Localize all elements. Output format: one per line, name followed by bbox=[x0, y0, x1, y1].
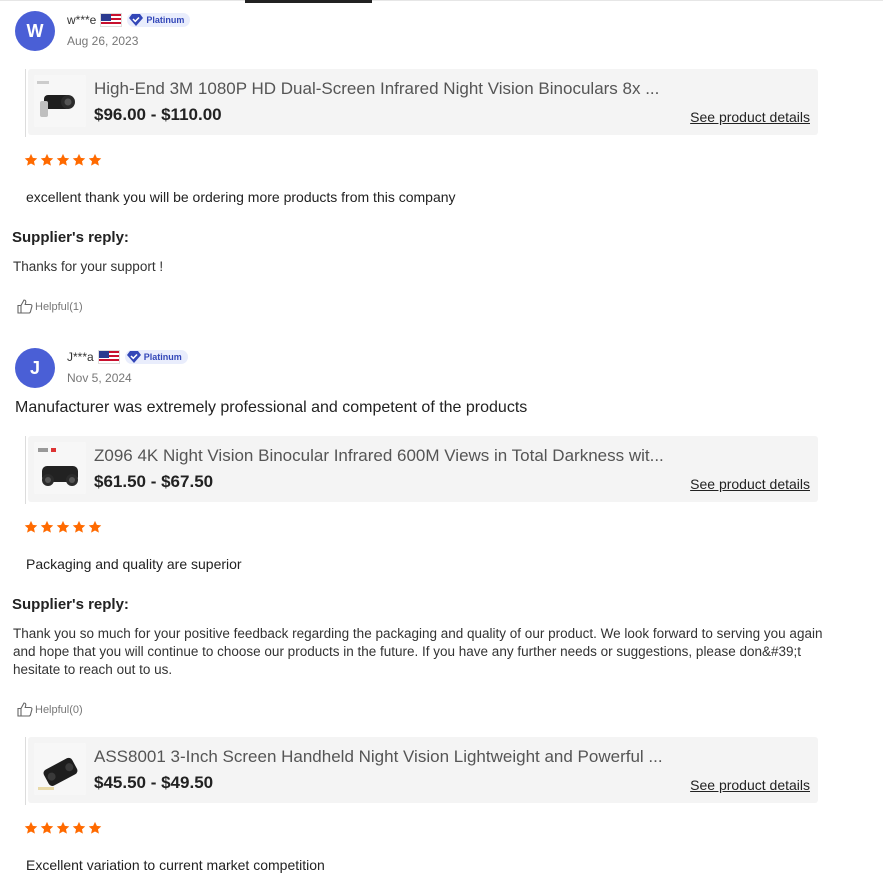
helpful-count: Helpful(1) bbox=[35, 300, 83, 313]
top-divider bbox=[0, 0, 883, 4]
reviewer-info: J***a Platinum bbox=[67, 350, 188, 364]
star-icon bbox=[88, 153, 102, 166]
review-date: Aug 26, 2023 bbox=[67, 34, 139, 48]
product-card[interactable]: ASS8001 3-Inch Screen Handheld Night Vis… bbox=[28, 737, 818, 803]
avatar: W bbox=[15, 11, 55, 51]
review-text: Manufacturer was extremely professional … bbox=[15, 399, 528, 416]
platinum-badge: Platinum bbox=[127, 13, 191, 27]
star-icon bbox=[24, 520, 38, 533]
binoculars-image bbox=[34, 442, 86, 494]
binoculars-image bbox=[34, 743, 86, 795]
product-price: $61.50 - $67.50 bbox=[94, 472, 214, 491]
star-icon bbox=[40, 153, 54, 166]
badge-label: Platinum bbox=[143, 352, 182, 362]
product-card-wrapper: ASS8001 3-Inch Screen Handheld Night Vis… bbox=[25, 737, 818, 805]
diamond-check-icon bbox=[129, 14, 144, 26]
helpful-button[interactable]: Helpful(1) bbox=[17, 299, 83, 314]
product-title[interactable]: Z096 4K Night Vision Binocular Infrared … bbox=[94, 446, 684, 466]
star-icon bbox=[40, 520, 54, 533]
thumbs-up-icon bbox=[17, 702, 33, 717]
reviewer-info: w***e Platinum bbox=[67, 13, 191, 27]
product-price: $96.00 - $110.00 bbox=[94, 105, 222, 124]
helpful-count: Helpful(0) bbox=[35, 703, 83, 716]
diamond-check-icon bbox=[126, 351, 141, 363]
see-product-details-link[interactable]: See product details bbox=[690, 476, 810, 492]
star-icon bbox=[72, 821, 86, 834]
star-icon bbox=[88, 821, 102, 834]
star-icon bbox=[72, 153, 86, 166]
platinum-badge: Platinum bbox=[124, 350, 188, 364]
star-icon bbox=[72, 520, 86, 533]
supplier-reply-text: Thanks for your support ! bbox=[13, 259, 164, 274]
product-price: $45.50 - $49.50 bbox=[94, 773, 214, 792]
supplier-reply-text: Thank you so much for your positive feed… bbox=[13, 626, 823, 677]
helpful-button[interactable]: Helpful(0) bbox=[17, 702, 83, 717]
review-comment: Packaging and quality are superior bbox=[26, 556, 242, 572]
star-rating bbox=[24, 153, 102, 167]
product-thumbnail[interactable] bbox=[34, 743, 86, 795]
product-card[interactable]: High-End 3M 1080P HD Dual-Screen Infrare… bbox=[28, 69, 818, 135]
product-title[interactable]: ASS8001 3-Inch Screen Handheld Night Vis… bbox=[94, 747, 684, 767]
badge-label: Platinum bbox=[146, 15, 185, 25]
star-rating bbox=[24, 821, 102, 835]
review-comment: excellent thank you will be ordering mor… bbox=[26, 189, 456, 205]
star-icon bbox=[56, 520, 70, 533]
reviewer-name: J***a bbox=[67, 350, 94, 364]
star-icon bbox=[24, 153, 38, 166]
us-flag-icon bbox=[100, 13, 123, 27]
product-title[interactable]: High-End 3M 1080P HD Dual-Screen Infrare… bbox=[94, 79, 684, 99]
product-card-wrapper: High-End 3M 1080P HD Dual-Screen Infrare… bbox=[25, 69, 818, 137]
supplier-reply-heading: Supplier's reply: bbox=[12, 596, 129, 613]
star-icon bbox=[88, 520, 102, 533]
reviewer-name: w***e bbox=[67, 13, 97, 27]
see-product-details-link[interactable]: See product details bbox=[690, 109, 810, 125]
star-icon bbox=[40, 821, 54, 834]
supplier-reply-heading: Supplier's reply: bbox=[12, 229, 129, 246]
product-thumbnail[interactable] bbox=[34, 442, 86, 494]
review-comment: Excellent variation to current market co… bbox=[26, 857, 325, 873]
see-product-details-link[interactable]: See product details bbox=[690, 777, 810, 793]
active-tab-indicator bbox=[245, 0, 372, 3]
avatar: J bbox=[15, 348, 55, 388]
star-icon bbox=[56, 821, 70, 834]
product-card[interactable]: Z096 4K Night Vision Binocular Infrared … bbox=[28, 436, 818, 502]
binoculars-image bbox=[34, 75, 86, 127]
thumbs-up-icon bbox=[17, 299, 33, 314]
star-rating bbox=[24, 520, 102, 534]
review-date: Nov 5, 2024 bbox=[67, 371, 132, 385]
star-icon bbox=[56, 153, 70, 166]
product-card-wrapper: Z096 4K Night Vision Binocular Infrared … bbox=[25, 436, 818, 504]
us-flag-icon bbox=[97, 350, 120, 364]
star-icon bbox=[24, 821, 38, 834]
product-thumbnail[interactable] bbox=[34, 75, 86, 127]
